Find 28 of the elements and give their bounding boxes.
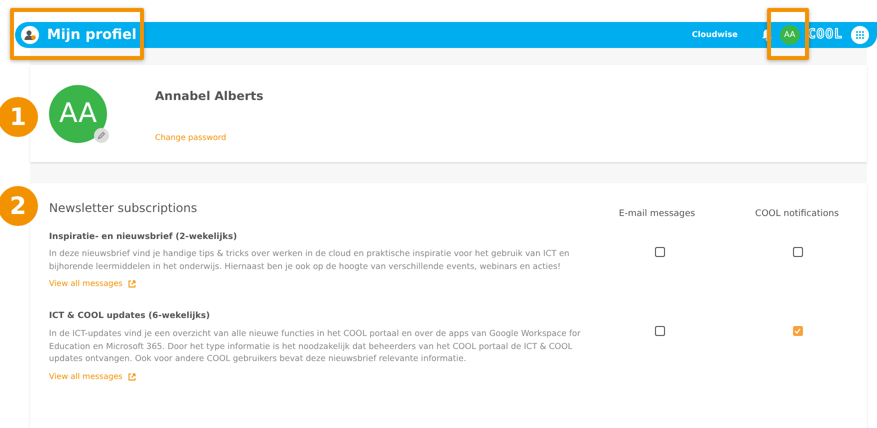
checkbox[interactable]: [654, 246, 665, 256]
view-messages-link[interactable]: View all messages: [49, 370, 123, 382]
external-link-icon: [128, 372, 136, 380]
newsletter-name: Inspiratie- en nieuwsbrief (2-wekelijks): [49, 230, 238, 244]
logo: COOL: [808, 26, 843, 44]
column-header: E-mail messages: [618, 208, 696, 221]
edit-icon[interactable]: [94, 128, 109, 143]
view-messages-link[interactable]: View all messages: [49, 278, 123, 290]
newsletter-description: In de ICT-updates vind je een overzicht van alle nieuwe functies in het COOL portaal en over de apps van Google Workspace for Education en Microsoft 365. Door het type informatie is het noodzakelijk dat beheerders van het COOL portaal de ICT & COOL updates ontvangen. Ook voor andere COOL gebruikers bevat deze nieuwsbrief relevante informatie.: [49, 327, 582, 364]
profile-avatar: AA: [49, 85, 107, 143]
section-title: Newsletter subscriptions: [49, 200, 198, 217]
checkbox[interactable]: [654, 326, 665, 336]
profile-icon: [21, 26, 39, 44]
checkbox[interactable]: [792, 246, 803, 256]
newsletter-name: ICT & COOL updates (6-wekelijks): [49, 310, 211, 323]
user-name: Annabel Alberts: [155, 88, 264, 105]
apps-grid-icon[interactable]: [851, 26, 869, 44]
external-link-icon: [128, 280, 136, 288]
highlight-frame: [767, 8, 809, 60]
change-password-link[interactable]: Change password: [155, 132, 264, 144]
newsletter-description: In deze nieuwsbrief vind je handige tips & tricks over werken in de cloud en praktische inspiratie voor het gebruik van ICT en bijhorende leermiddelen in het onderwijs. Hiernaast ben je ook op de hoogte van verschillende events, webinars en acties!: [49, 247, 570, 272]
checkbox[interactable]: [792, 326, 803, 336]
column-header: COOL notifications: [754, 208, 840, 221]
user-avatar[interactable]: AA: [780, 25, 800, 45]
page-title: Mijn profiel: [47, 26, 137, 44]
step-number: 1: [0, 97, 38, 137]
organization-name: Cloudwise: [692, 29, 738, 41]
step-number: 2: [0, 186, 38, 226]
